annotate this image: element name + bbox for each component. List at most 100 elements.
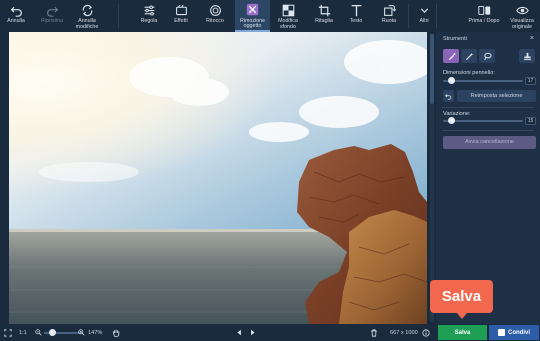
save-callout-pointer <box>457 313 467 319</box>
tab-adjust[interactable]: Regola <box>136 0 162 32</box>
undo-selection-button[interactable] <box>443 90 454 102</box>
reset-selection-button[interactable]: Reimposta selezione <box>457 90 536 102</box>
view-original-button[interactable]: Visualizza originale <box>506 0 538 32</box>
brush-size-knob[interactable] <box>448 77 456 84</box>
fit-screen-button[interactable] <box>4 324 12 341</box>
info-icon <box>422 328 430 337</box>
rotate-icon <box>382 3 396 17</box>
chevron-down-icon <box>417 3 431 17</box>
retouch-icon <box>208 3 222 17</box>
panel-divider <box>442 130 534 131</box>
cancel-changes-label: Annulla modifiche <box>75 18 99 30</box>
next-image-button[interactable] <box>249 324 256 341</box>
photo <box>9 32 427 324</box>
panel-title: Strumenti <box>443 36 467 42</box>
sliders-icon <box>142 3 156 17</box>
facebook-icon <box>498 329 505 336</box>
tab-retouch[interactable]: Ritocco <box>202 0 228 32</box>
brush-size-label: Dimensioni pennello: <box>443 70 495 76</box>
delete-button[interactable] <box>370 324 378 341</box>
more-tools-label: Altri <box>419 18 429 24</box>
tab-crop[interactable]: Ritaglia <box>311 0 337 32</box>
share-button[interactable]: Condivi <box>489 325 539 340</box>
brush-size-value[interactable]: 17 <box>525 77 536 85</box>
info-button[interactable] <box>422 324 430 341</box>
toolbar-divider <box>118 4 119 28</box>
cancel-changes-label-line2: modifiche <box>75 23 99 30</box>
magic-wand-tool-button[interactable] <box>461 49 477 63</box>
start-removal-button[interactable]: Avvia cancellazione <box>443 136 536 149</box>
tab-text[interactable]: Testo <box>343 0 369 32</box>
redo-button[interactable]: Ripristina <box>36 0 68 32</box>
tab-adjust-label: Regola <box>140 18 158 24</box>
undo-selection-icon <box>445 93 452 100</box>
tab-change-background-label: Modifica sfondo <box>278 18 298 30</box>
undo-icon <box>9 3 23 17</box>
pan-tool-button[interactable] <box>112 324 120 341</box>
tab-retouch-label: Ritocco <box>206 18 224 24</box>
zoom-level: 147% <box>88 329 103 336</box>
tab-change-background[interactable]: Modifica sfondo <box>274 0 302 32</box>
tab-object-removal[interactable]: Rimozione oggetto <box>235 0 270 32</box>
variation-slider[interactable] <box>443 117 523 125</box>
zoom-out-button[interactable] <box>35 324 42 341</box>
brush-tool-button[interactable] <box>443 49 459 63</box>
lasso-icon <box>483 52 492 60</box>
lasso-tool-button[interactable] <box>479 49 495 63</box>
zoom-slider-knob[interactable] <box>49 329 56 336</box>
before-after-label: Prima / Dopo <box>468 18 500 24</box>
fit-screen-icon <box>4 328 12 337</box>
stamp-tool-button[interactable] <box>519 49 535 63</box>
before-after-button[interactable]: Prima / Dopo <box>466 0 502 32</box>
more-tools-button[interactable]: Altri <box>414 0 434 32</box>
background-icon <box>281 3 295 17</box>
share-label: Condivi <box>508 329 530 336</box>
undo-button[interactable]: Annulla <box>3 0 29 32</box>
close-icon[interactable]: × <box>530 35 534 42</box>
eye-icon <box>515 3 529 17</box>
brush-size-slider[interactable] <box>443 77 523 85</box>
previous-image-button[interactable] <box>236 324 243 341</box>
view-original-label-line2: originale <box>511 23 532 30</box>
save-button[interactable]: Salva <box>438 325 487 340</box>
tab-crop-label: Ritaglia <box>315 18 333 24</box>
view-original-label: Visualizza originale <box>510 18 534 30</box>
image-canvas[interactable] <box>9 32 427 324</box>
toolbar-divider <box>408 4 409 28</box>
panel-divider <box>442 107 534 108</box>
tab-text-label: Testo <box>349 18 363 24</box>
zoom-out-icon <box>35 329 42 336</box>
undo-label: Annulla <box>7 18 25 24</box>
redo-icon <box>45 3 59 17</box>
brush-icon <box>448 52 455 60</box>
object-removal-icon <box>246 3 260 17</box>
refresh-icon <box>80 3 94 17</box>
tab-object-removal-label: Rimozione oggetto <box>240 18 265 30</box>
main-toolbar: Annulla Ripristina Annulla modifiche Rego… <box>0 0 540 32</box>
cancel-changes-button[interactable]: Annulla modifiche <box>72 0 102 32</box>
tab-effects-label: Effetti <box>174 18 188 24</box>
tab-rotate[interactable]: Ruota <box>376 0 402 32</box>
zoom-in-button[interactable] <box>78 324 85 341</box>
variation-value[interactable]: 15 <box>525 117 536 125</box>
arrow-right-icon <box>251 329 255 336</box>
hand-icon <box>113 329 120 337</box>
save-callout: Salva <box>430 280 493 313</box>
tab-object-removal-label-line2: oggetto <box>243 23 262 30</box>
canvas-scrollbar[interactable] <box>430 34 434 322</box>
magic-wand-icon <box>465 52 473 60</box>
crop-icon <box>317 3 331 17</box>
tab-rotate-label: Ruota <box>381 18 397 24</box>
actual-size-button[interactable]: 1:1 <box>19 324 27 341</box>
text-icon <box>349 3 363 17</box>
toolbar-divider <box>436 4 437 28</box>
tab-change-background-label-line2: sfondo <box>280 23 296 30</box>
scrollbar-thumb[interactable] <box>430 34 434 104</box>
variation-knob[interactable] <box>448 117 456 124</box>
arrow-left-icon <box>237 329 241 336</box>
trash-icon <box>371 329 377 337</box>
save-callout-text: Salva <box>441 288 482 305</box>
redo-label: Ripristina <box>40 18 64 24</box>
image-dimensions: 667 x 1000 <box>390 329 418 336</box>
tab-effects[interactable]: Effetti <box>168 0 194 32</box>
